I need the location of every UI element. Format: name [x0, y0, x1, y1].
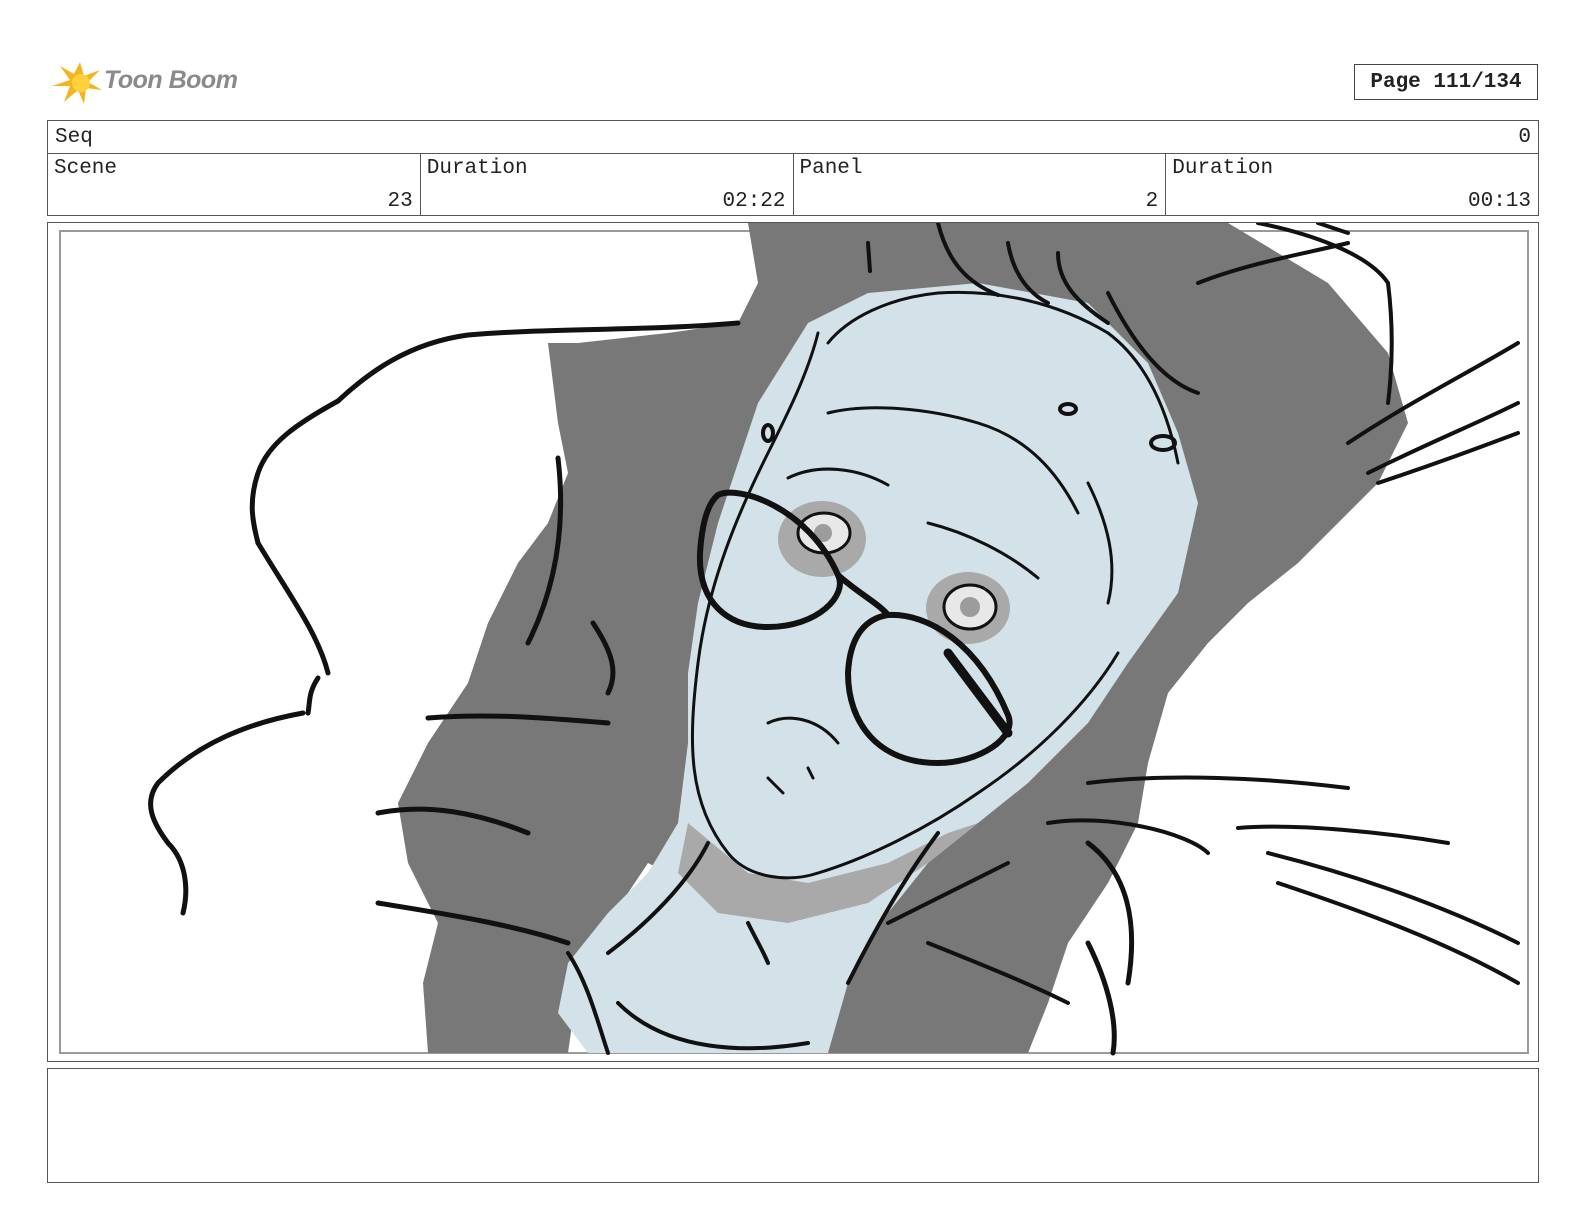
scene-duration-cell: Duration 02:22	[421, 153, 794, 215]
storyboard-panel	[47, 222, 1539, 1062]
logo-text: Toon Boom	[104, 66, 238, 94]
sketch-drawing	[59, 223, 1529, 1056]
scene-cell: Scene 23	[48, 153, 421, 215]
panel-duration-cell: Duration 00:13	[1166, 153, 1538, 215]
page-indicator: Page 111/134	[1354, 64, 1538, 100]
page-label: Page 111/134	[1370, 70, 1522, 94]
meta-cells: Scene 23 Duration 02:22 Panel 2 Duration…	[48, 153, 1538, 215]
panel-cell: Panel 2	[794, 153, 1167, 215]
scene-label: Scene	[54, 157, 118, 180]
panel-duration-value: 00:13	[1467, 190, 1531, 213]
scene-duration-value: 02:22	[722, 190, 786, 213]
panel-value: 2	[1145, 190, 1159, 213]
seq-value: 0	[1518, 126, 1531, 149]
starburst-icon	[52, 62, 102, 104]
seq-row: Seq 0	[48, 121, 1538, 154]
scene-value: 23	[387, 190, 413, 213]
panel-label: Panel	[799, 157, 863, 180]
seq-label: Seq	[55, 126, 93, 149]
scene-duration-label: Duration	[426, 157, 528, 180]
storyboard-meta: Seq 0 Scene 23 Duration 02:22 Panel 2 Du…	[47, 120, 1539, 216]
pupil-right	[960, 597, 980, 617]
toon-boom-logo: Toon Boom	[50, 56, 250, 108]
panel-duration-label: Duration	[1172, 157, 1274, 180]
panel-notes	[47, 1068, 1539, 1183]
